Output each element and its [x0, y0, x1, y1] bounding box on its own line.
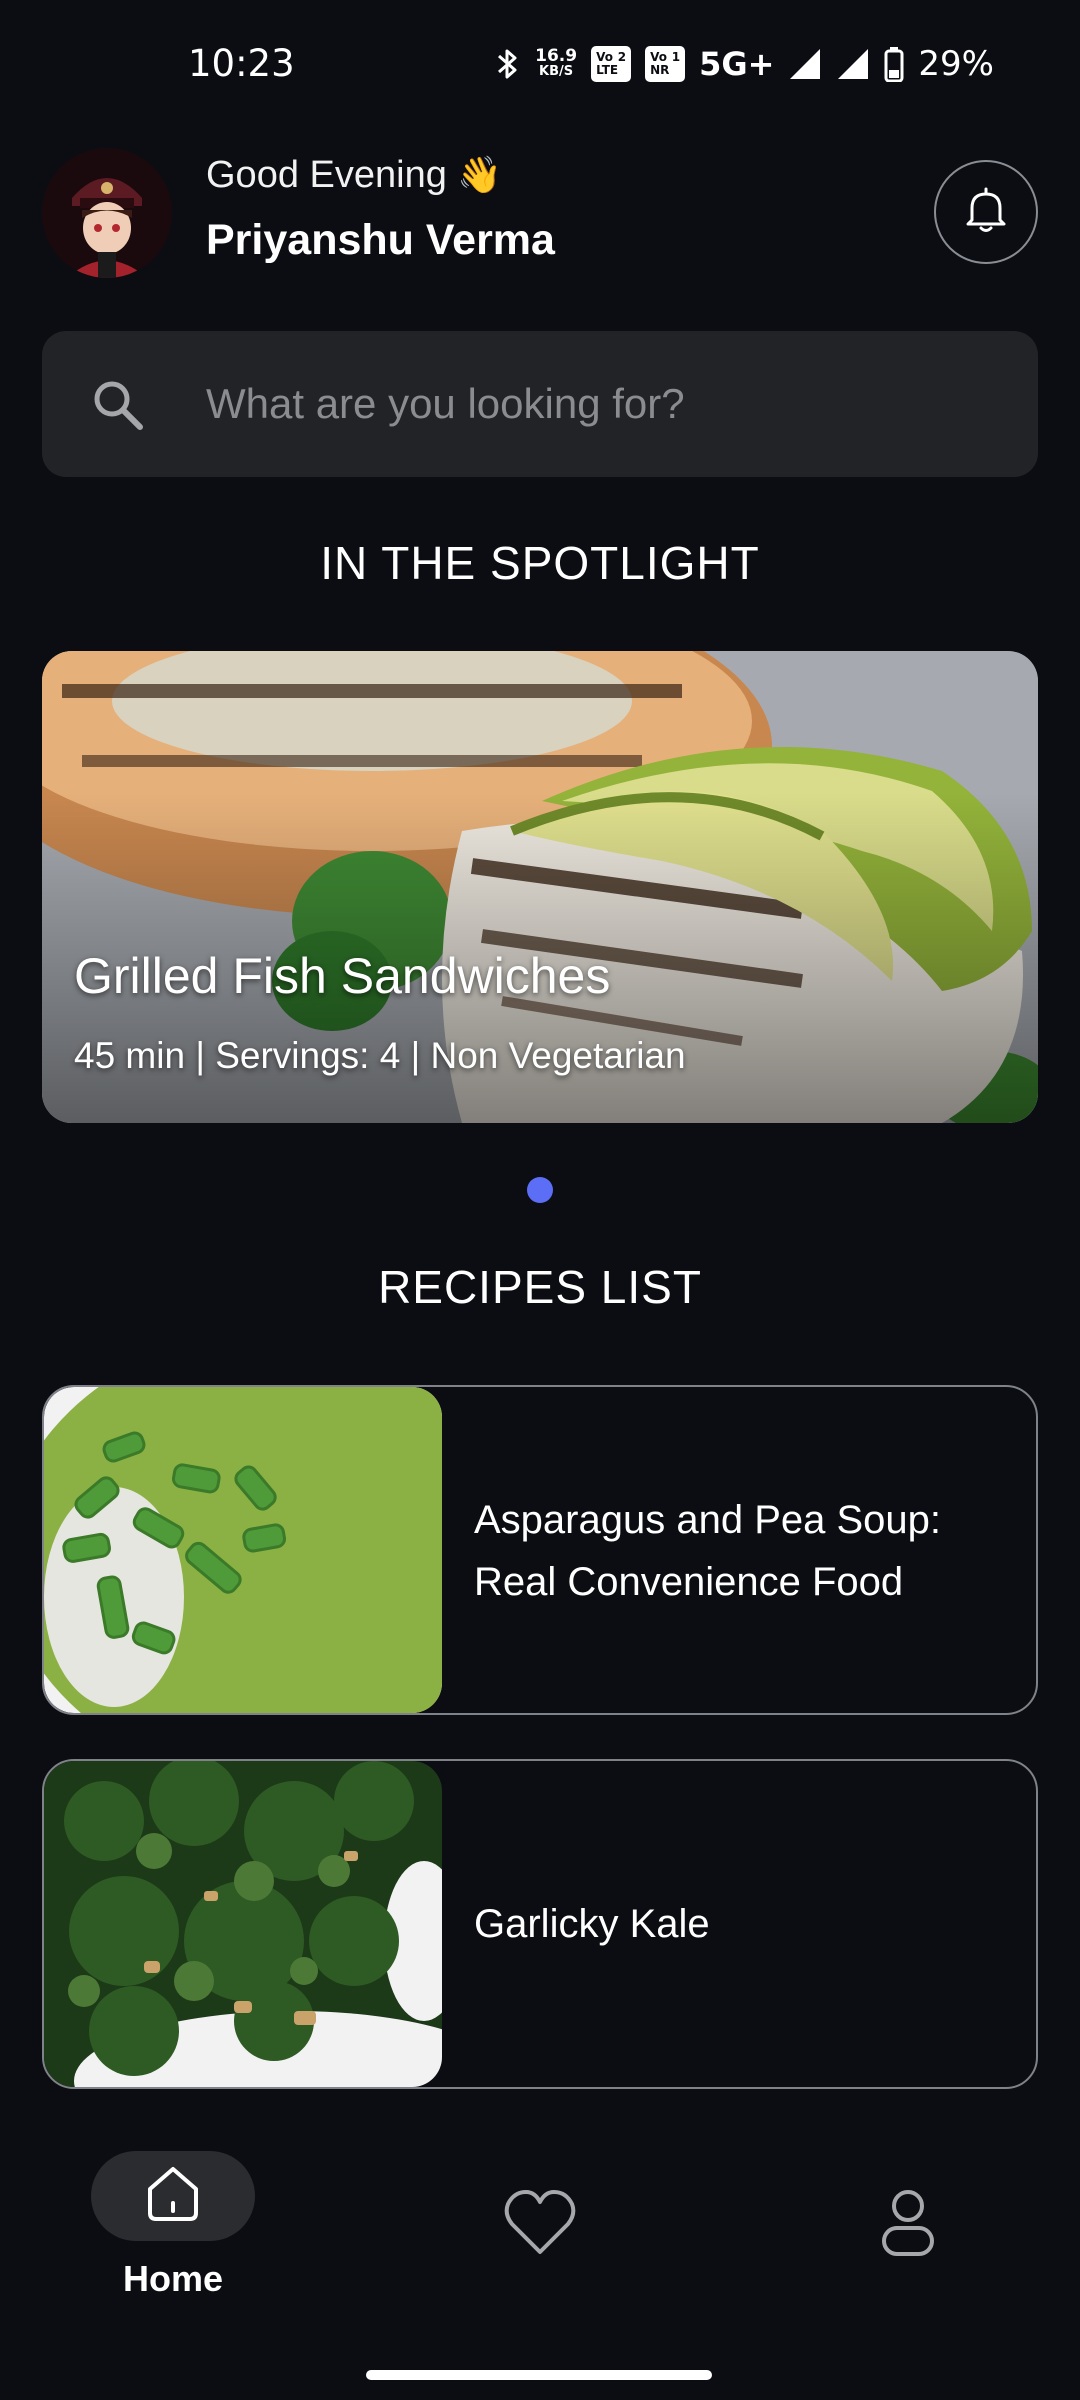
network-speed-unit: KB/S [539, 64, 574, 79]
spotlight-title: Grilled Fish Sandwiches [74, 948, 611, 1004]
status-time: 10:23 [188, 42, 295, 85]
battery-percentage: 29% [918, 44, 994, 84]
recipe-thumbnail [44, 1761, 442, 2087]
wave-emoji: 👋 [457, 154, 503, 195]
network-type: 5G+ [699, 45, 775, 83]
recipe-card[interactable]: Asparagus and Pea Soup: Real Convenience… [42, 1385, 1038, 1715]
avatar[interactable] [42, 148, 172, 278]
sim2-volte-icon: Vo 1 NR [645, 46, 686, 82]
battery-icon [884, 46, 904, 82]
signal-icon [836, 47, 870, 81]
user-icon [880, 2190, 936, 2262]
recipe-title: Asparagus and Pea Soup: Real Convenience… [474, 1498, 942, 1604]
nav-profile-button[interactable] [880, 2188, 936, 2263]
heart-icon [502, 2190, 578, 2262]
nav-home-button[interactable] [91, 2151, 255, 2241]
status-bar: 10:23 16.9 KB/S Vo 2 LTE Vo 1 NR 5G+ 29% [0, 0, 1080, 135]
recipe-title: Garlicky Kale [474, 1902, 710, 1946]
recipes-heading: RECIPES LIST [378, 1261, 702, 1313]
search-icon [90, 377, 146, 438]
recipe-thumbnail [44, 1387, 442, 1713]
nav-favorites-button[interactable] [502, 2188, 578, 2263]
network-speed-value: 16.9 [535, 46, 578, 66]
bell-icon [964, 186, 1008, 239]
network-speed: 16.9 KB/S [535, 48, 577, 80]
carousel-indicator-dot[interactable] [527, 1177, 553, 1203]
spotlight-heading: IN THE SPOTLIGHT [320, 537, 760, 589]
spotlight-card[interactable]: Grilled Fish Sandwiches 45 min | Serving… [42, 651, 1038, 1123]
search-input[interactable] [206, 331, 1006, 477]
home-icon [142, 2163, 204, 2230]
home-indicator [366, 2370, 712, 2380]
greeting-text: Good Evening 👋 [206, 154, 502, 197]
search-bar[interactable] [42, 331, 1038, 477]
notifications-button[interactable] [934, 160, 1038, 264]
sim1-volte-icon: Vo 2 LTE [591, 46, 632, 82]
recipe-card[interactable]: Garlicky Kale [42, 1759, 1038, 2089]
greeting-label: Good Evening [206, 154, 447, 196]
signal-icon [788, 47, 822, 81]
status-icons: 16.9 KB/S Vo 2 LTE Vo 1 NR 5G+ 29% [495, 44, 994, 84]
spotlight-meta: 45 min | Servings: 4 | Non Vegetarian [74, 1035, 686, 1076]
bluetooth-icon [495, 46, 521, 82]
nav-home-label[interactable]: Home [91, 2258, 255, 2300]
user-name: Priyanshu Verma [206, 216, 555, 264]
